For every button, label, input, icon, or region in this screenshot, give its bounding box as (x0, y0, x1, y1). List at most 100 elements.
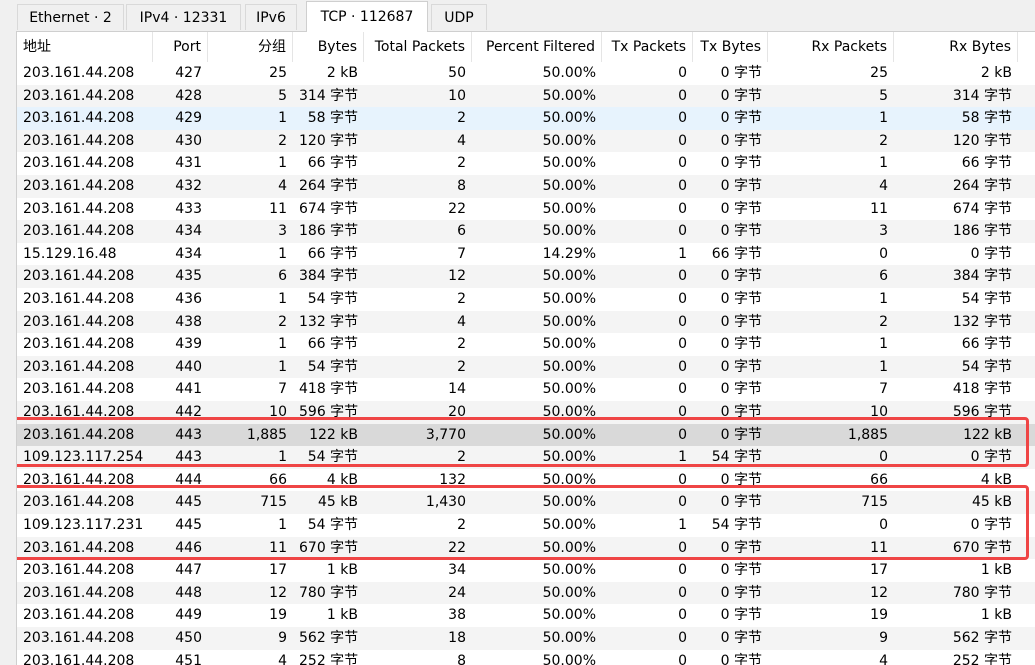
tab-ethernet[interactable]: Ethernet · 2 (17, 4, 124, 30)
cell-total-packets: 8 (457, 178, 466, 194)
cell-tx-bytes: 0 字节 (720, 471, 762, 488)
cell-bytes: 54 字节 (307, 358, 358, 375)
cell-packets-cn: 1 (278, 110, 287, 127)
header-col-rx-bytes[interactable]: Rx Bytes (894, 32, 1018, 62)
header-col-packets-cn[interactable]: 分组 (208, 32, 293, 62)
tab-ipv6[interactable]: IPv6 (245, 4, 297, 30)
cell-rx-bytes: 780 字节 (952, 584, 1012, 601)
table-row[interactable]: 203.161.44.208 445 715 45 kB 1,430 50.00% 0 0 字… (17, 491, 1035, 514)
cell-tx-bytes: 0 字节 (720, 607, 762, 624)
cell-total-packets: 22 (448, 539, 466, 556)
cell-port: 446 (175, 539, 202, 556)
cell-packets-cn: 1 (278, 358, 287, 375)
cell-bytes: 674 字节 (299, 200, 359, 217)
tab-tcp[interactable]: TCP · 112687 (306, 1, 428, 32)
header-col-rx-packets[interactable]: Rx Packets (768, 32, 894, 62)
cell-tx-bytes: 0 字节 (720, 65, 762, 81)
table-row[interactable]: 203.161.44.208 431 1 66 字节 2 50.00% 0 0 字节 1 66 字… (17, 152, 1035, 175)
tab-ipv4[interactable]: IPv4 · 12331 (126, 4, 241, 30)
table-row[interactable]: 203.161.44.208 433 11 674 字节 22 50.00% 0 0 字节 11… (17, 198, 1035, 221)
table-row[interactable]: 203.161.44.208 449 19 1 kB 38 50.00% 0 0 字节 19 1 … (17, 604, 1035, 627)
cell-address: 203.161.44.208 (23, 584, 135, 601)
table-row[interactable]: 203.161.44.208 448 12 780 字节 24 50.00% 0 0 字节 12… (17, 581, 1035, 605)
table-row[interactable]: 203.161.44.208 430 2 120 字节 4 50.00% 0 0 字节 2 120… (17, 129, 1035, 153)
cell-bytes: 45 kB (318, 494, 358, 511)
table-row[interactable]: 203.161.44.208 427 25 2 kB 50 50.00% 0 0 字节 25 2 … (17, 62, 1035, 85)
table-row[interactable]: 15.129.16.48 434 1 66 字节 7 14.29% 1 66 字节 0 0 字节 (17, 243, 1035, 266)
table-row[interactable]: 203.161.44.208 442 10 596 字节 20 50.00% 0 0 字节 10… (17, 401, 1035, 424)
cell-address: 203.161.44.208 (23, 404, 135, 420)
header-col-percent-filtered[interactable]: Percent Filtered (472, 32, 602, 62)
cell-rx-bytes: 384 字节 (952, 268, 1012, 285)
cell-rx-packets: 1,885 (847, 426, 888, 443)
cell-rx-bytes: 418 字节 (952, 381, 1012, 398)
table-row[interactable]: 109.123.117.254 443 1 54 字节 2 50.00% 1 54 字节 0 0 … (17, 446, 1035, 469)
cell-bytes: 264 字节 (299, 178, 359, 194)
cell-bytes: 132 字节 (299, 313, 359, 330)
table-row[interactable]: 203.161.44.208 450 9 562 字节 18 50.00% 0 0 字节 9 56… (17, 627, 1035, 650)
cell-packets-cn: 11 (269, 200, 287, 217)
cell-rx-packets: 10 (870, 404, 888, 420)
cell-rx-packets: 9 (879, 630, 888, 646)
table-row[interactable]: 203.161.44.208 435 6 384 字节 12 50.00% 0 0 字节 6 38… (17, 265, 1035, 288)
cell-tx-packets: 0 (678, 291, 687, 307)
cell-percent-filtered: 50.00% (542, 562, 596, 579)
cell-tx-packets: 0 (678, 562, 687, 579)
table-row[interactable]: 109.123.117.231 445 1 54 字节 2 50.00% 1 54 字节 0 0 … (17, 514, 1035, 537)
sort-ascending-icon: ^ (181, 31, 190, 37)
cell-percent-filtered: 50.00% (542, 426, 596, 443)
table-row[interactable]: 203.161.44.208 443 1,885 122 kB 3,770 50.00% 0… (17, 423, 1035, 447)
cell-packets-cn: 19 (269, 607, 287, 624)
tab-udp[interactable]: UDP (431, 4, 487, 30)
header-col-port[interactable]: Port ^ (153, 32, 208, 62)
cell-port: 434 (175, 223, 202, 240)
header-col-bytes[interactable]: Bytes (293, 32, 364, 62)
cell-percent-filtered: 50.00% (542, 313, 596, 330)
cell-packets-cn: 1 (278, 291, 287, 307)
cell-rx-packets: 1 (879, 155, 888, 172)
cell-rx-packets: 2 (879, 132, 888, 149)
cell-total-packets: 12 (448, 268, 466, 285)
cell-rx-bytes: 120 字节 (952, 132, 1012, 149)
table-row[interactable]: 203.161.44.208 428 5 314 字节 10 50.00% 0 0 字节 5 31… (17, 84, 1035, 108)
cell-rx-packets: 0 (879, 449, 888, 466)
cell-total-packets: 14 (448, 381, 466, 398)
cell-port: 434 (175, 245, 202, 262)
header-label: Bytes (317, 39, 357, 55)
table-row[interactable]: 203.161.44.208 436 1 54 字节 2 50.00% 0 0 字节 1 54 字… (17, 288, 1035, 311)
header-col-total-packets[interactable]: Total Packets (364, 32, 472, 62)
cell-address: 203.161.44.208 (23, 494, 135, 511)
cell-total-packets: 2 (457, 291, 466, 307)
cell-bytes: 54 字节 (307, 517, 358, 533)
cell-packets-cn: 4 (278, 652, 287, 665)
cell-rx-packets: 0 (879, 245, 888, 262)
header-label: Rx Bytes (949, 39, 1011, 55)
table-row[interactable]: 203.161.44.208 439 1 66 字节 2 50.00% 0 0 字节 1 66 字… (17, 333, 1035, 356)
cell-address: 203.161.44.208 (23, 471, 135, 488)
header-col-address[interactable]: 地址 (17, 32, 153, 62)
table-header: 地址 Port ^ 分组 Bytes Total Packets Percent Filte… (17, 32, 1035, 62)
table-row[interactable]: 203.161.44.208 434 3 186 字节 6 50.00% 0 0 字节 3 186… (17, 220, 1035, 243)
table-row[interactable]: 203.161.44.208 438 2 132 字节 4 50.00% 0 0 字节 2 132… (17, 310, 1035, 334)
cell-percent-filtered: 50.00% (542, 471, 596, 488)
cell-port: 439 (175, 336, 202, 353)
table-row[interactable]: 203.161.44.208 432 4 264 字节 8 50.00% 0 0 字节 4 264… (17, 175, 1035, 198)
header-col-tx-bytes[interactable]: Tx Bytes (693, 32, 768, 62)
table-row[interactable]: 203.161.44.208 441 7 418 字节 14 50.00% 0 0 字节 7 41… (17, 378, 1035, 401)
cell-tx-packets: 0 (678, 539, 687, 556)
cell-packets-cn: 1 (278, 517, 287, 533)
cell-tx-bytes: 0 字节 (720, 291, 762, 307)
table-row[interactable]: 203.161.44.208 444 66 4 kB 132 50.00% 0 0 字节 66 4… (17, 469, 1035, 492)
cell-rx-bytes: 4 kB (980, 471, 1012, 488)
cell-total-packets: 38 (448, 607, 466, 624)
header-col-tx-packets[interactable]: Tx Packets (602, 32, 693, 62)
table-row[interactable]: 203.161.44.208 429 1 58 字节 2 50.00% 0 0 字节 1 58 字… (17, 107, 1035, 130)
table-row[interactable]: 203.161.44.208 446 11 670 字节 22 50.00% 0 0 字节 11… (17, 536, 1035, 560)
table-row[interactable]: 203.161.44.208 440 1 54 字节 2 50.00% 0 0 字节 1 54 字… (17, 355, 1035, 379)
table-row[interactable]: 203.161.44.208 447 17 1 kB 34 50.00% 0 0 字节 17 1 … (17, 559, 1035, 582)
cell-tx-bytes: 0 字节 (720, 87, 762, 104)
cell-percent-filtered: 50.00% (542, 132, 596, 149)
cell-rx-bytes: 670 字节 (952, 539, 1012, 556)
cell-total-packets: 2 (457, 517, 466, 533)
table-row[interactable]: 203.161.44.208 451 4 252 字节 8 50.00% 0 0 字节 4 252… (17, 650, 1035, 665)
